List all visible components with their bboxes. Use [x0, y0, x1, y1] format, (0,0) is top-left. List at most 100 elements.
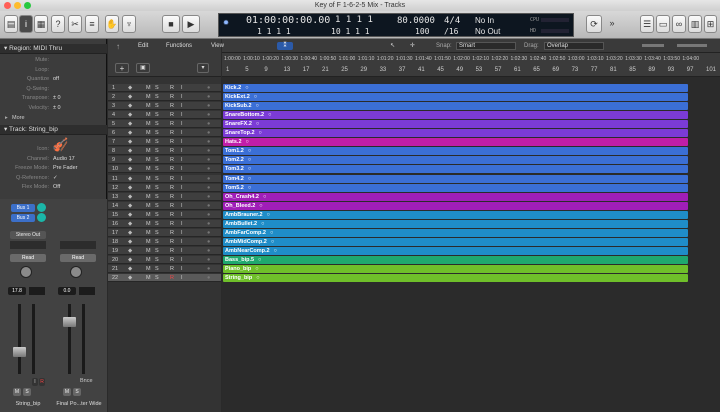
solo-button[interactable]: S: [155, 238, 159, 246]
editors-button[interactable]: ✂: [68, 15, 82, 33]
solo-button[interactable]: S: [155, 256, 159, 264]
record-enable-button[interactable]: R: [170, 274, 174, 282]
track-header[interactable]: ▾ Track: String_bip: [0, 125, 107, 135]
solo-button[interactable]: S: [155, 211, 159, 219]
track-param-row[interactable]: Channel: Audio 17: [0, 155, 107, 164]
solo-button[interactable]: S: [155, 265, 159, 273]
track-param-row[interactable]: Q-Reference: ✓: [0, 174, 107, 183]
input-monitor-button[interactable]: I: [181, 147, 183, 155]
region-param-row[interactable]: Mute:: [0, 56, 107, 65]
solo-button[interactable]: S: [155, 274, 159, 282]
solo-button[interactable]: S: [155, 220, 159, 228]
solo-button[interactable]: S: [155, 156, 159, 164]
input-monitor-button[interactable]: I: [181, 247, 183, 255]
track-header[interactable]: 7 ◆ M S R I ●: [108, 138, 221, 147]
minimize-window-button[interactable]: [14, 2, 21, 9]
add-track-button[interactable]: +: [115, 63, 129, 73]
automation-mode[interactable]: Read: [60, 254, 96, 262]
track-header[interactable]: 6 ◆ M S R I ●: [108, 129, 221, 138]
mute-button[interactable]: M: [146, 138, 151, 146]
solo-button[interactable]: S: [73, 388, 81, 396]
record-enable-button[interactable]: R: [170, 202, 174, 210]
solo-button[interactable]: S: [155, 147, 159, 155]
record-enable-button[interactable]: R: [170, 220, 174, 228]
new-folder-button[interactable]: ▣: [136, 63, 150, 73]
mute-button[interactable]: M: [146, 184, 151, 192]
cycle-button[interactable]: ⟳: [586, 15, 602, 33]
send-bus-1[interactable]: Bus 1: [11, 204, 35, 212]
solo-button[interactable]: S: [23, 388, 31, 396]
region[interactable]: Piano_bip ○: [223, 265, 688, 273]
record-enable-button[interactable]: R: [170, 165, 174, 173]
browser-button[interactable]: ▥: [688, 15, 702, 33]
mute-button[interactable]: M: [146, 220, 151, 228]
region[interactable]: SnareFX.2 ○: [223, 120, 688, 129]
record-enable-button[interactable]: R: [170, 265, 174, 273]
mute-button[interactable]: M: [146, 120, 151, 128]
region[interactable]: Bass_bip.5 ○: [223, 255, 688, 264]
solo-button[interactable]: S: [155, 184, 159, 192]
input-monitor-button[interactable]: I: [181, 220, 183, 228]
input-monitor-button[interactable]: I: [181, 120, 183, 128]
record-enable-button[interactable]: R: [170, 247, 174, 255]
input-monitor-button[interactable]: I: [181, 265, 183, 273]
record-enable-button[interactable]: R: [170, 84, 174, 92]
input-monitor-button[interactable]: I: [181, 93, 183, 101]
edit-menu[interactable]: Edit: [138, 39, 148, 53]
group-slot[interactable]: [60, 241, 96, 249]
track-header[interactable]: 16 ◆ M S R I ●: [108, 219, 221, 228]
region[interactable]: Oh_Bleed.2 ○: [223, 201, 688, 210]
send-2-knob[interactable]: [37, 213, 46, 222]
input-monitor-button[interactable]: I: [181, 175, 183, 183]
track-options-button[interactable]: ▾: [197, 63, 209, 73]
track-header[interactable]: 19 ◆ M S R I ●: [108, 246, 221, 255]
region[interactable]: SnareBottom.2 ○: [223, 111, 688, 120]
input-monitor-button[interactable]: I: [181, 184, 183, 192]
region[interactable]: Hats.2 ○: [223, 138, 688, 147]
input-monitor-button[interactable]: I: [181, 165, 183, 173]
up-arrow-icon[interactable]: ↑: [116, 42, 120, 51]
record-enable-button[interactable]: R: [170, 156, 174, 164]
region[interactable]: Tom4.2 ○: [223, 174, 688, 183]
input-monitor-button[interactable]: I: [181, 129, 183, 137]
region[interactable]: AmbMidComp.2 ○: [223, 237, 688, 246]
record-enable-button[interactable]: R: [170, 256, 174, 264]
track-header[interactable]: 10 ◆ M S R I ●: [108, 165, 221, 174]
region-param-row[interactable]: Velocity: ± 0: [0, 104, 107, 113]
send-1-knob[interactable]: [37, 203, 46, 212]
bounce-button[interactable]: Bnce: [80, 378, 93, 384]
solo-button[interactable]: S: [155, 84, 159, 92]
region[interactable]: Tom3.2 ○: [223, 165, 688, 174]
time-ruler[interactable]: 1:00:00 1:00:10 1:00:20 1:00:30 1:00:40 1:00:…: [222, 53, 720, 77]
region[interactable]: Tom5.2 ○: [223, 183, 688, 192]
region-header[interactable]: ▾ Region: MIDI Thru: [0, 44, 107, 54]
region[interactable]: AmbNearComp.2 ○: [223, 246, 688, 255]
vertical-zoom-slider[interactable]: [642, 44, 664, 47]
input-monitor-button[interactable]: I: [181, 211, 183, 219]
snap-select[interactable]: Smart: [456, 42, 516, 50]
record-enable-button[interactable]: R: [170, 120, 174, 128]
region-param-row[interactable]: Q-Swing:: [0, 85, 107, 94]
track-header[interactable]: 12 ◆ M S R I ●: [108, 183, 221, 192]
solo-button[interactable]: S: [155, 138, 159, 146]
track-header[interactable]: 11 ◆ M S R I ●: [108, 174, 221, 183]
mute-button[interactable]: M: [146, 147, 151, 155]
track-header[interactable]: 4 ◆ M S R I ●: [108, 111, 221, 120]
track-header[interactable]: 13 ◆ M S R I ●: [108, 192, 221, 201]
loop-browser-button[interactable]: ∞: [672, 15, 686, 33]
input-monitor-button[interactable]: I: [181, 256, 183, 264]
more-row[interactable]: ▸ More: [0, 114, 107, 123]
record-enable-button[interactable]: R: [170, 129, 174, 137]
tracks-area[interactable]: Kick.2 ○ KickExt.2 ○ KickSub.2 ○ SnareBottom.2…: [222, 77, 720, 412]
drag-select[interactable]: Overlap: [544, 42, 604, 50]
region-param-row[interactable]: Transpose: ± 0: [0, 94, 107, 103]
close-window-button[interactable]: [4, 2, 11, 9]
more-controls-button[interactable]: »: [606, 15, 618, 33]
record-enable-button[interactable]: R: [170, 175, 174, 183]
record-enable-button[interactable]: R: [170, 229, 174, 237]
track-header[interactable]: 22 ◆ M S R I ●: [108, 274, 221, 283]
quick-help-button[interactable]: ?: [51, 15, 65, 33]
solo-button[interactable]: S: [155, 229, 159, 237]
loops-button[interactable]: ⊞: [704, 15, 717, 33]
input-monitor-button[interactable]: I: [181, 238, 183, 246]
